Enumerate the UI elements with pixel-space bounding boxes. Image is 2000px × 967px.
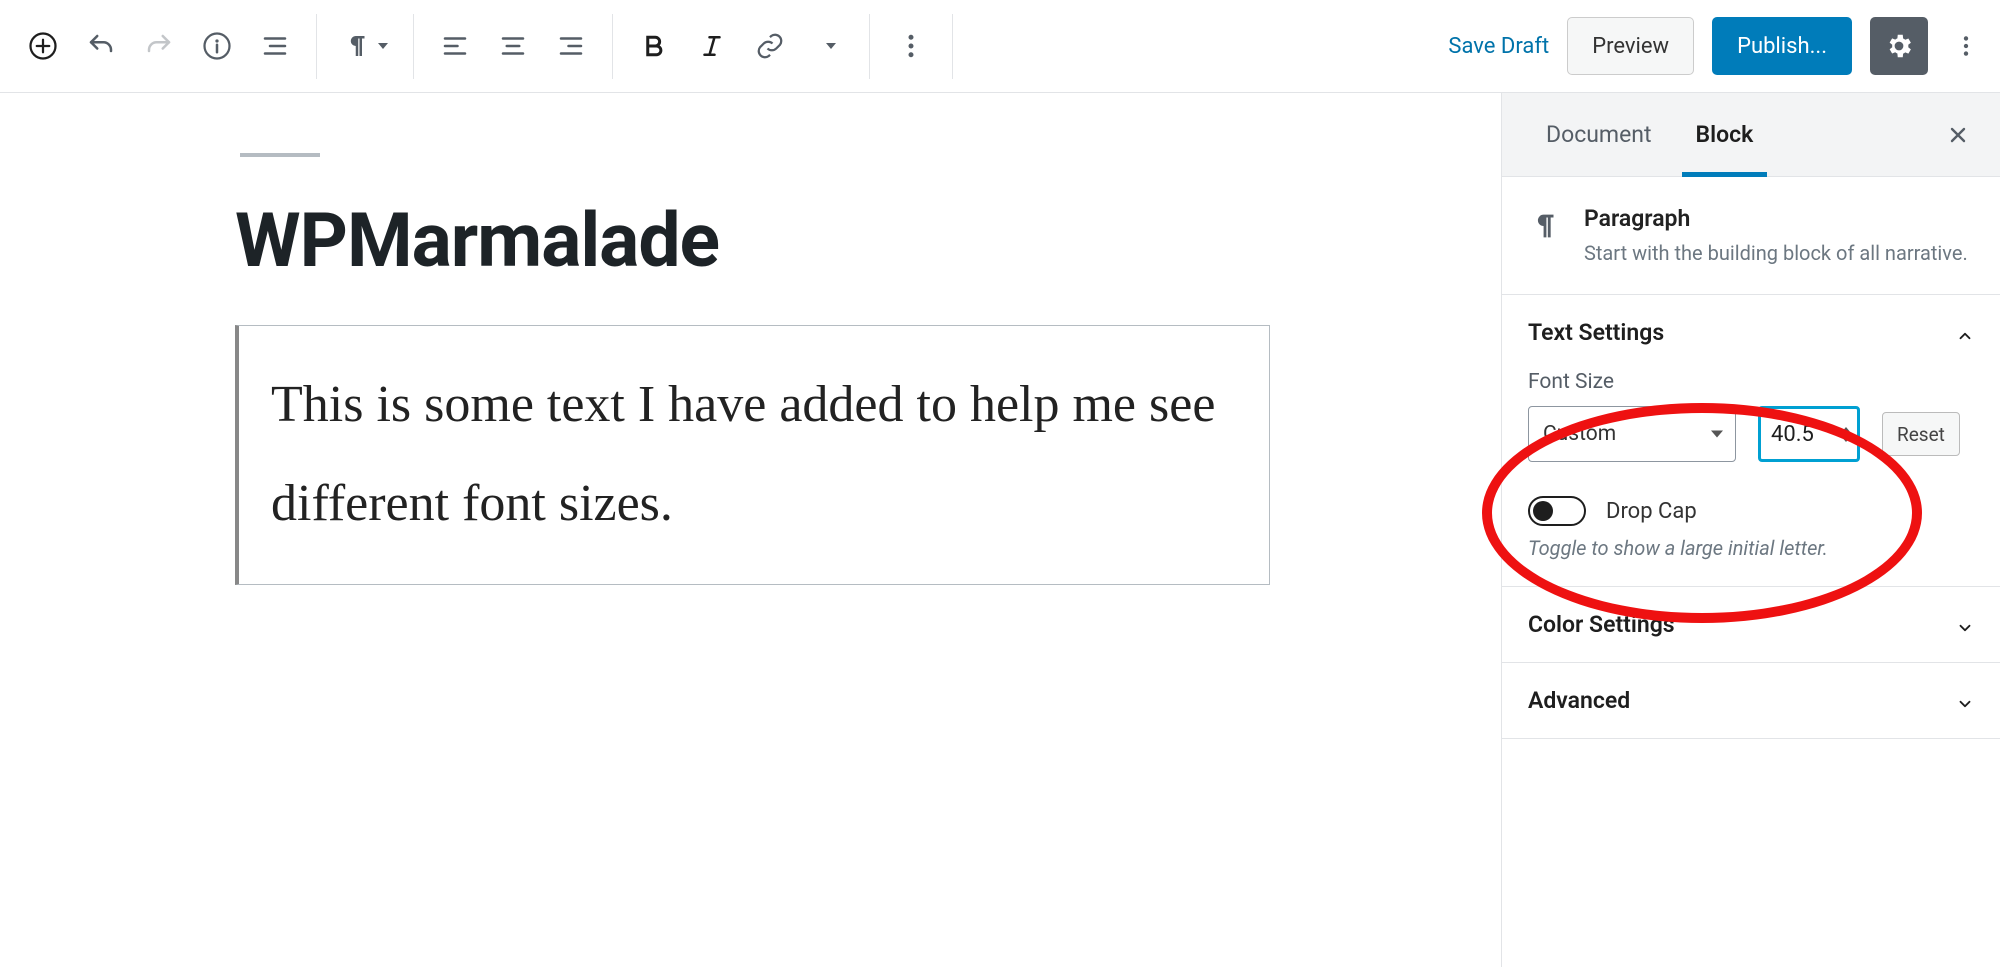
separator [413, 14, 414, 79]
undo-icon [86, 31, 116, 61]
align-group [426, 14, 600, 79]
doc-tools-group [14, 14, 304, 79]
redo-icon [144, 31, 174, 61]
header-actions: Save Draft Preview Publish... [1448, 17, 1986, 75]
editor-options-button[interactable] [1946, 17, 1986, 75]
preview-button[interactable]: Preview [1567, 17, 1694, 75]
advanced-section: Advanced [1502, 663, 2000, 739]
change-block-type-button[interactable] [329, 17, 401, 75]
select-value: Custom [1543, 422, 1616, 446]
editor-toolbar: Save Draft Preview Publish... [0, 0, 2000, 93]
align-right-button[interactable] [542, 17, 600, 75]
paragraph-block-icon [1528, 209, 1562, 268]
outline-icon [260, 31, 290, 61]
section-heading: Color Settings [1528, 611, 1675, 638]
input-value: 40.5 [1771, 422, 1814, 447]
main-area: WPMarmalade This is some text I have add… [0, 93, 2000, 967]
section-heading: Text Settings [1528, 319, 1664, 346]
caret-down-icon [826, 43, 836, 49]
align-center-icon [498, 31, 528, 61]
block-type-group [329, 14, 401, 79]
section-heading: Advanced [1528, 687, 1630, 714]
add-block-button[interactable] [14, 17, 72, 75]
title-handle [240, 153, 320, 157]
undo-button[interactable] [72, 17, 130, 75]
editor-canvas: WPMarmalade This is some text I have add… [0, 93, 1501, 967]
chevron-down-icon [1956, 692, 1974, 710]
format-group [625, 14, 857, 79]
separator [612, 14, 613, 79]
chevron-down-icon [1956, 616, 1974, 634]
align-center-button[interactable] [484, 17, 542, 75]
sidebar-tabs: Document Block [1502, 93, 2000, 177]
paragraph-icon [342, 31, 372, 61]
block-summary-desc: Start with the building block of all nar… [1584, 238, 1968, 268]
drop-cap-hint: Toggle to show a large initial letter. [1528, 536, 1974, 560]
block-options-button[interactable] [882, 17, 940, 75]
dots-vertical-icon [896, 31, 926, 61]
font-size-preset-select[interactable]: Custom [1528, 406, 1736, 462]
number-spinner[interactable] [1841, 427, 1851, 442]
color-settings-section: Color Settings [1502, 587, 2000, 663]
advanced-toggle[interactable]: Advanced [1502, 663, 2000, 738]
redo-button [130, 17, 188, 75]
font-size-label: Font Size [1528, 370, 1974, 394]
link-icon [755, 31, 785, 61]
color-settings-toggle[interactable]: Color Settings [1502, 587, 2000, 662]
paragraph-block[interactable]: This is some text I have added to help m… [235, 325, 1270, 585]
dots-vertical-icon [1953, 33, 1979, 59]
tab-block[interactable]: Block [1674, 93, 1776, 176]
toggle-knob [1533, 501, 1553, 521]
block-more-group [882, 14, 940, 79]
block-navigation-button[interactable] [246, 17, 304, 75]
align-right-icon [556, 31, 586, 61]
block-summary-title: Paragraph [1584, 205, 1968, 232]
post-title[interactable]: WPMarmalade [235, 197, 1411, 285]
align-left-button[interactable] [426, 17, 484, 75]
more-format-button[interactable] [799, 17, 857, 75]
separator [316, 14, 317, 79]
bold-button[interactable] [625, 17, 683, 75]
drop-cap-toggle[interactable] [1528, 496, 1586, 526]
gear-icon [1884, 31, 1914, 61]
settings-sidebar: Document Block Paragraph Start with the … [1501, 93, 2000, 967]
link-button[interactable] [741, 17, 799, 75]
settings-button[interactable] [1870, 17, 1928, 75]
caret-down-icon [1711, 431, 1723, 438]
separator [869, 14, 870, 79]
align-left-icon [440, 31, 470, 61]
block-summary-section: Paragraph Start with the building block … [1502, 177, 2000, 295]
tab-document[interactable]: Document [1524, 93, 1674, 176]
caret-down-icon [378, 43, 388, 49]
font-size-reset-button[interactable]: Reset [1882, 412, 1960, 456]
save-draft-button[interactable]: Save Draft [1448, 34, 1549, 59]
close-icon [1946, 123, 1970, 147]
info-icon [202, 31, 232, 61]
publish-button[interactable]: Publish... [1712, 17, 1852, 75]
text-settings-toggle[interactable]: Text Settings [1502, 295, 2000, 370]
text-settings-section: Text Settings Font Size Custom 40.5 [1502, 295, 2000, 587]
close-sidebar-button[interactable] [1938, 93, 1978, 176]
italic-button[interactable] [683, 17, 741, 75]
content-info-button[interactable] [188, 17, 246, 75]
font-size-number-input[interactable]: 40.5 [1758, 406, 1860, 462]
italic-icon [697, 31, 727, 61]
drop-cap-label: Drop Cap [1606, 499, 1697, 524]
separator [952, 14, 953, 79]
plus-circle-icon [28, 31, 58, 61]
chevron-up-icon [1956, 324, 1974, 342]
bold-icon [639, 31, 669, 61]
